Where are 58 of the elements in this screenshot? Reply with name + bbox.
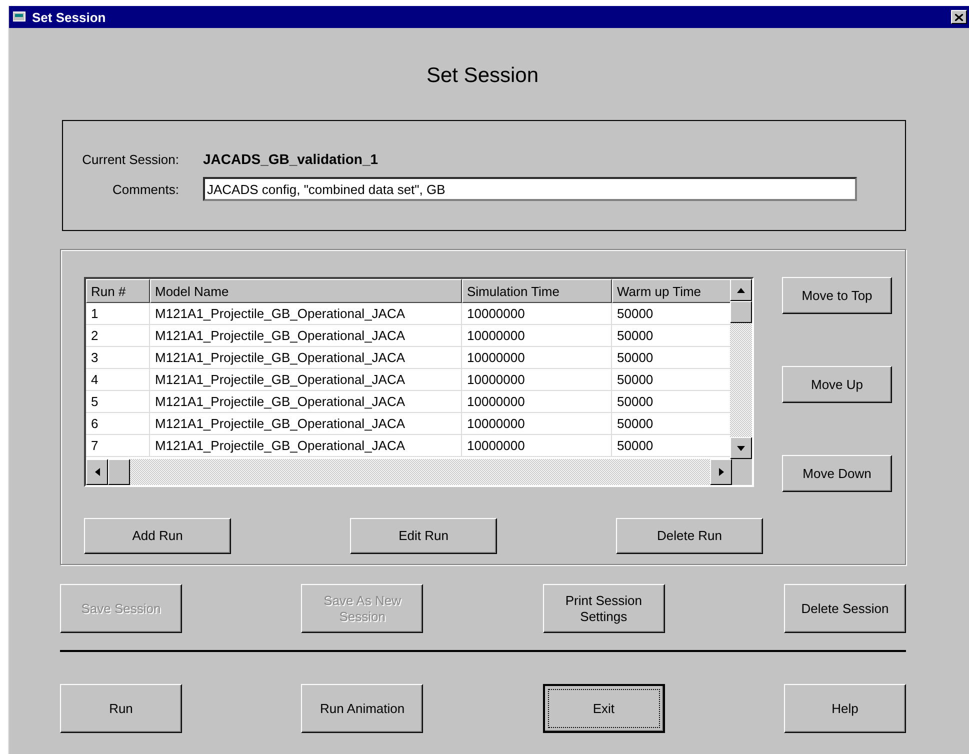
run-button[interactable]: Add Run — [84, 518, 231, 554]
table-cell: 7 — [86, 435, 150, 457]
scroll-left-button[interactable] — [86, 459, 108, 485]
session-button[interactable]: Print Session Settings — [542, 584, 665, 633]
action-button[interactable]: Run Animation — [301, 684, 424, 733]
run-button[interactable]: Edit Run — [350, 518, 497, 554]
table-cell: 10000000 — [462, 347, 612, 369]
table-cell: M121A1_Projectile_GB_Operational_JACA — [150, 435, 462, 457]
left-arrow-icon — [94, 468, 100, 476]
right-arrow-icon — [718, 468, 724, 476]
column-header[interactable]: Warm up Time — [612, 279, 730, 303]
down-arrow-icon — [737, 446, 745, 450]
scroll-up-button[interactable] — [730, 279, 752, 301]
table-cell: M121A1_Projectile_GB_Operational_JACA — [150, 369, 462, 391]
dialog-heading: Set Session — [425, 64, 540, 89]
action-button[interactable]: Exit — [542, 684, 665, 733]
table-cell: 10000000 — [462, 303, 612, 325]
table-cell: 6 — [86, 413, 150, 435]
order-button[interactable]: Move Up — [782, 366, 892, 403]
column-header[interactable]: Simulation Time — [462, 279, 612, 303]
window-title: Set Session — [32, 10, 107, 24]
scroll-down-button[interactable] — [730, 437, 752, 459]
field-label: Comments: — [112, 182, 180, 196]
comments-field[interactable]: JACADS config, "combined data set", GB — [203, 177, 857, 201]
order-button[interactable]: Move Down — [782, 455, 892, 492]
order-button[interactable]: Move to Top — [782, 277, 892, 314]
action-button[interactable]: Run — [60, 684, 182, 733]
session-name: JACADS_GB_validation_1 — [203, 151, 378, 167]
field-label: Current Session: — [81, 152, 180, 166]
table-cell: 10000000 — [462, 325, 612, 347]
table-cell: 10000000 — [462, 413, 612, 435]
table-cell: 10000000 — [462, 369, 612, 391]
table-cell: M121A1_Projectile_GB_Operational_JACA — [150, 325, 462, 347]
action-button[interactable]: Help — [784, 684, 906, 733]
table-cell: 3 — [86, 347, 150, 369]
close-button[interactable] — [951, 10, 967, 24]
table-cell: M121A1_Projectile_GB_Operational_JACA — [150, 303, 462, 325]
close-icon — [955, 14, 963, 21]
column-header[interactable]: Run # — [86, 279, 150, 303]
column-header[interactable]: Model Name — [150, 279, 462, 303]
table-cell: 5 — [86, 391, 150, 413]
table-cell: 10000000 — [462, 391, 612, 413]
table-cell: 2 — [86, 325, 150, 347]
table-cell: 10000000 — [462, 435, 612, 457]
table-cell: M121A1_Projectile_GB_Operational_JACA — [150, 391, 462, 413]
table-cell: 1 — [86, 303, 150, 325]
scroll-right-button[interactable] — [710, 459, 732, 485]
vertical-scrollbar[interactable] — [730, 279, 752, 459]
run-button[interactable]: Delete Run — [616, 518, 763, 554]
table-cell: M121A1_Projectile_GB_Operational_JACA — [150, 413, 462, 435]
scroll-thumb[interactable] — [108, 459, 130, 485]
scroll-thumb[interactable] — [730, 301, 752, 323]
table-cell: M121A1_Projectile_GB_Operational_JACA — [150, 347, 462, 369]
up-arrow-icon — [737, 288, 745, 292]
horizontal-scrollbar[interactable] — [86, 459, 732, 485]
table-cell: 4 — [86, 369, 150, 391]
session-button[interactable]: Delete Session — [784, 584, 906, 633]
window-icon — [13, 11, 27, 23]
